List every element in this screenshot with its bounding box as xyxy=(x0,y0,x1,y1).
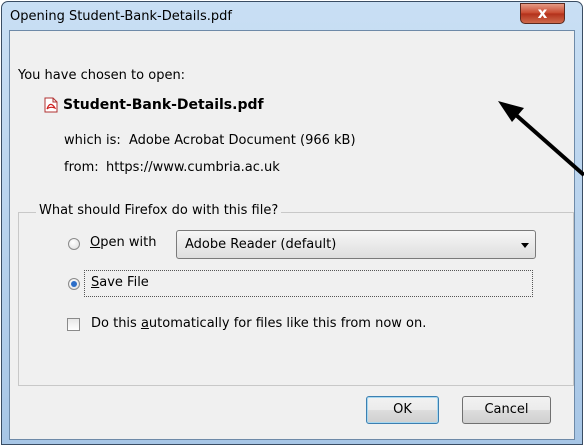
annotation-arrow-icon xyxy=(498,101,584,177)
